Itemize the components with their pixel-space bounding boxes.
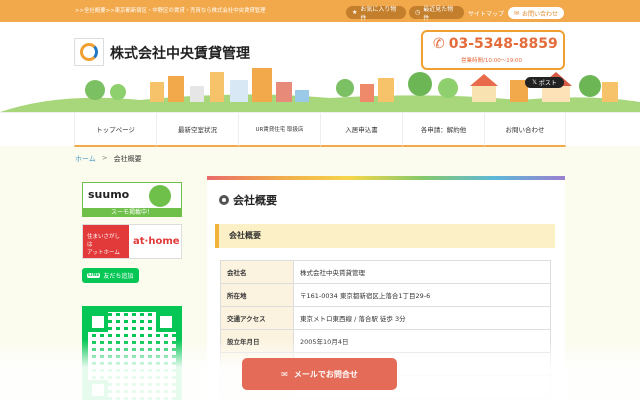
recent-button[interactable]: ◷ 最近見た物件 (409, 5, 464, 22)
recent-label: 最近見た物件 (423, 5, 454, 22)
row-key: 交通アクセス (220, 306, 294, 330)
table-row: 交通アクセス 東京メトロ東西線 / 落合駅 徒歩 3分 (220, 306, 551, 330)
nav-item-top[interactable]: トップページ (74, 113, 156, 147)
page-title: 会社概要 (219, 192, 277, 208)
line-badge: LINE (87, 273, 101, 278)
favorites-button[interactable]: ★ お気に入り物件 (346, 5, 406, 22)
row-value: 東京メトロ東西線 / 落合駅 徒歩 3分 (293, 306, 551, 330)
mail-icon: ✉ (513, 9, 519, 17)
athome-banner[interactable]: 住まいさがしは アットホーム at·home (82, 224, 182, 259)
nav-item-application[interactable]: 入居申込書 (320, 113, 402, 147)
table-row: 所在地 〒161-0034 東京都新宿区上落合1丁目29-6 (220, 283, 551, 307)
star-icon: ★ (352, 9, 358, 16)
row-value: 〒161-0034 東京都新宿区上落合1丁目29-6 (293, 283, 551, 307)
mail-contact-button[interactable]: ✉ メールでお問合せ (242, 358, 397, 390)
athome-logo: at·home (133, 236, 180, 247)
suumo-caption: スーモ掲載中！ (83, 208, 181, 217)
row-key: 会社名 (220, 260, 294, 284)
breadcrumb-current: 会社概要 (113, 155, 142, 163)
phone-icon: ✆ (433, 36, 445, 52)
breadcrumb: ホーム > 会社概要 (75, 154, 142, 164)
line-add-friend-label: 友だち追加 (103, 273, 134, 280)
breadcrumb-separator: > (101, 154, 108, 162)
business-hours: 営業時間/10:00～19:00 (461, 58, 523, 64)
mail-icon: ✉ (281, 369, 288, 379)
top-tagline: >>全社概要>>東京都新宿区・中野区の賃貸・売買なら株式会社中央賃貸管理 (75, 8, 266, 14)
favorites-label: お気に入り物件 (360, 5, 397, 22)
section-title: 会社概要 (215, 224, 555, 248)
line-add-friend-button[interactable]: LINE 友だち追加 (82, 268, 139, 283)
nav-item-vacancy[interactable]: 最新空室状況 (156, 113, 238, 147)
clock-icon: ◷ (415, 9, 421, 16)
phone-number-text: 03-5348-8859 (448, 36, 558, 52)
row-value: 株式会社中央賃貸管理 (293, 260, 551, 284)
mail-contact-label: メールでお問合せ (293, 369, 358, 379)
breadcrumb-home[interactable]: ホーム (75, 154, 96, 164)
company-name[interactable]: 株式会社中央賃貸管理 (110, 43, 250, 63)
circle-bullet-icon (219, 195, 229, 205)
suumo-mascot (149, 185, 171, 207)
nav-item-requests[interactable]: 各申請：解約他 (402, 113, 484, 147)
nav-item-contact[interactable]: お問い合わせ (484, 113, 566, 147)
contact-top-label: お問い合わせ (522, 10, 559, 18)
athome-tagline: 住まいさがしは アットホーム (83, 225, 129, 258)
table-row: 会社名 株式会社中央賃貸管理 (220, 260, 551, 284)
suumo-logo: suumo (88, 188, 130, 201)
row-key: 所在地 (220, 283, 294, 307)
top-bar: >>全社概要>>東京都新宿区・中野区の賃貸・売買なら株式会社中央賃貸管理 ★ お… (0, 0, 640, 22)
phone-number: ✆ 03-5348-8859 (433, 36, 558, 52)
phone-box[interactable]: ✆ 03-5348-8859 営業時間/10:00～19:00 (421, 30, 565, 70)
main-nav: トップページ 最新空室状況 UR賃貸住宅 取扱店 入居申込書 各申請：解約他 お… (0, 112, 640, 147)
sitemap-link[interactable]: サイトマップ (468, 9, 504, 18)
nav-item-ur[interactable]: UR賃貸住宅 取扱店 (238, 113, 320, 147)
post-label: ポスト (538, 80, 557, 87)
page-title-text: 会社概要 (233, 194, 277, 207)
x-post-button[interactable]: 𝕏 ポスト (525, 77, 564, 88)
suumo-banner[interactable]: suumo スーモ掲載中！ (82, 182, 182, 217)
contact-top-button[interactable]: ✉ お問い合わせ (508, 7, 564, 19)
x-logo-icon: 𝕏 (532, 79, 537, 86)
